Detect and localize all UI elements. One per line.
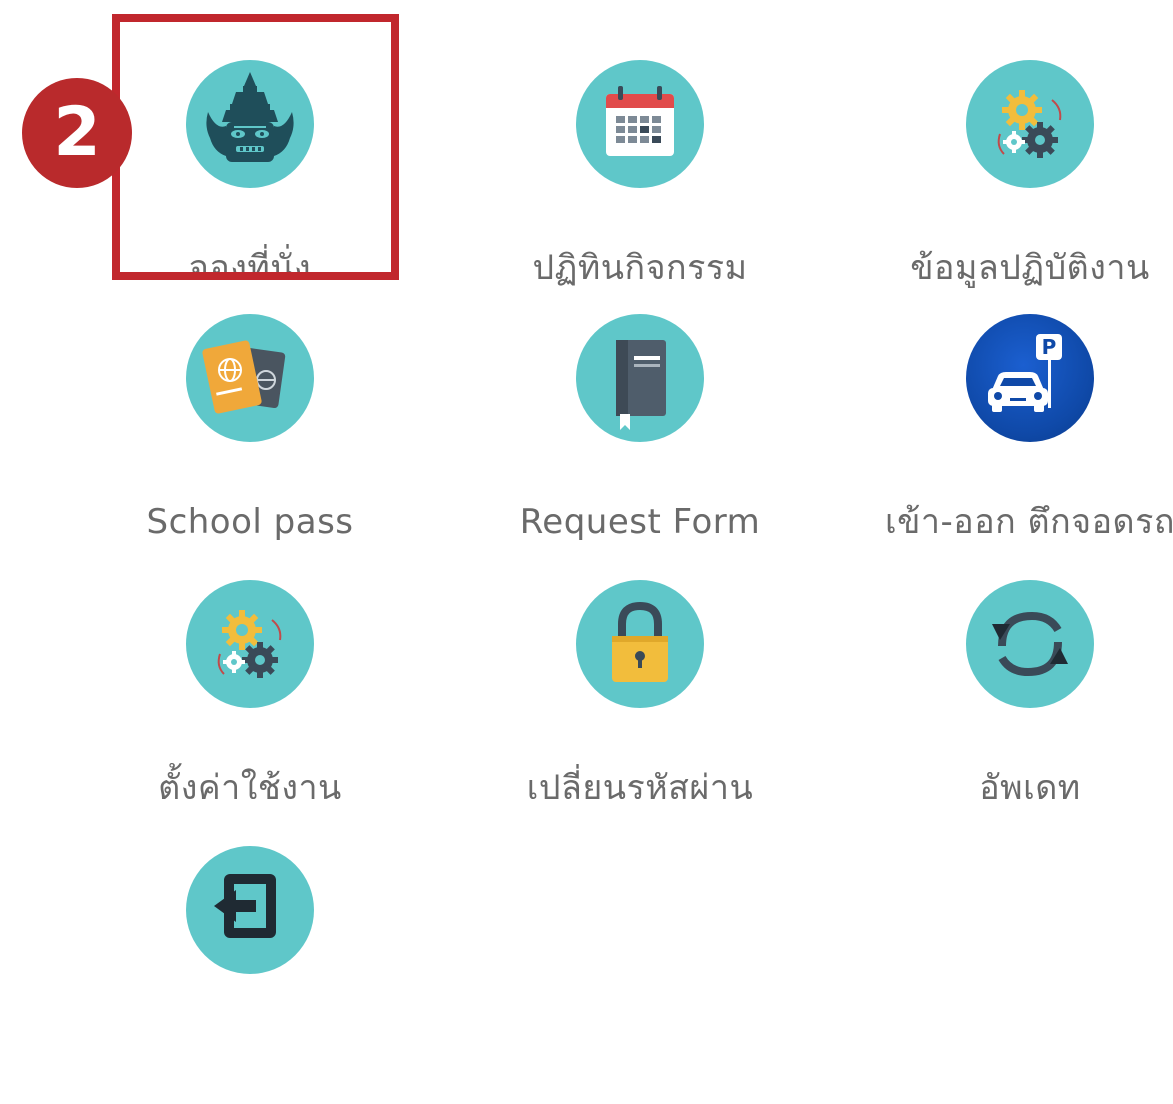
menu-item-label: เปลี่ยนรหัสผ่าน <box>526 768 754 808</box>
menu-item-work-info[interactable]: ข้อมูลปฏิบัติงาน <box>880 48 1173 318</box>
menu-item-logout[interactable] <box>100 834 400 1104</box>
menu-item-parking-entry[interactable]: P เข้า-ออก ตึกจอดรถ <box>880 302 1173 572</box>
menu-item-label: ตั้งค่าใช้งาน <box>158 768 342 808</box>
calendar-icon <box>576 60 704 188</box>
settings-gears-icon <box>186 580 314 708</box>
logout-icon <box>186 846 314 974</box>
menu-item-label: School pass <box>146 502 354 542</box>
book-icon <box>576 314 704 442</box>
menu-item-label: ข้อมูลปฏิบัติงาน <box>910 248 1150 288</box>
menu-item-school-pass[interactable]: School pass <box>100 302 400 572</box>
menu-item-change-password[interactable]: เปลี่ยนรหัสผ่าน <box>490 568 790 838</box>
menu-item-label: เข้า-ออก ตึกจอดรถ <box>885 502 1173 542</box>
padlock-icon <box>576 580 704 708</box>
passport-icon <box>186 314 314 442</box>
highlight-box <box>112 14 399 280</box>
svg-text:P: P <box>1042 335 1057 359</box>
refresh-icon <box>966 580 1094 708</box>
menu-item-settings[interactable]: ตั้งค่าใช้งาน <box>100 568 400 838</box>
menu-item-update[interactable]: อัพเดท <box>880 568 1173 838</box>
menu-item-label: อัพเดท <box>979 768 1081 808</box>
gears-icon <box>966 60 1094 188</box>
menu-item-label: Request Form <box>519 502 761 542</box>
menu-item-label: ปฏิทินกิจกรรม <box>532 248 748 288</box>
menu-item-request-form[interactable]: Request Form <box>490 302 790 572</box>
step-number-badge: 2 <box>22 78 132 188</box>
parking-car-icon: P <box>966 314 1094 442</box>
menu-item-activity-calendar[interactable]: ปฏิทินกิจกรรม <box>490 48 790 318</box>
